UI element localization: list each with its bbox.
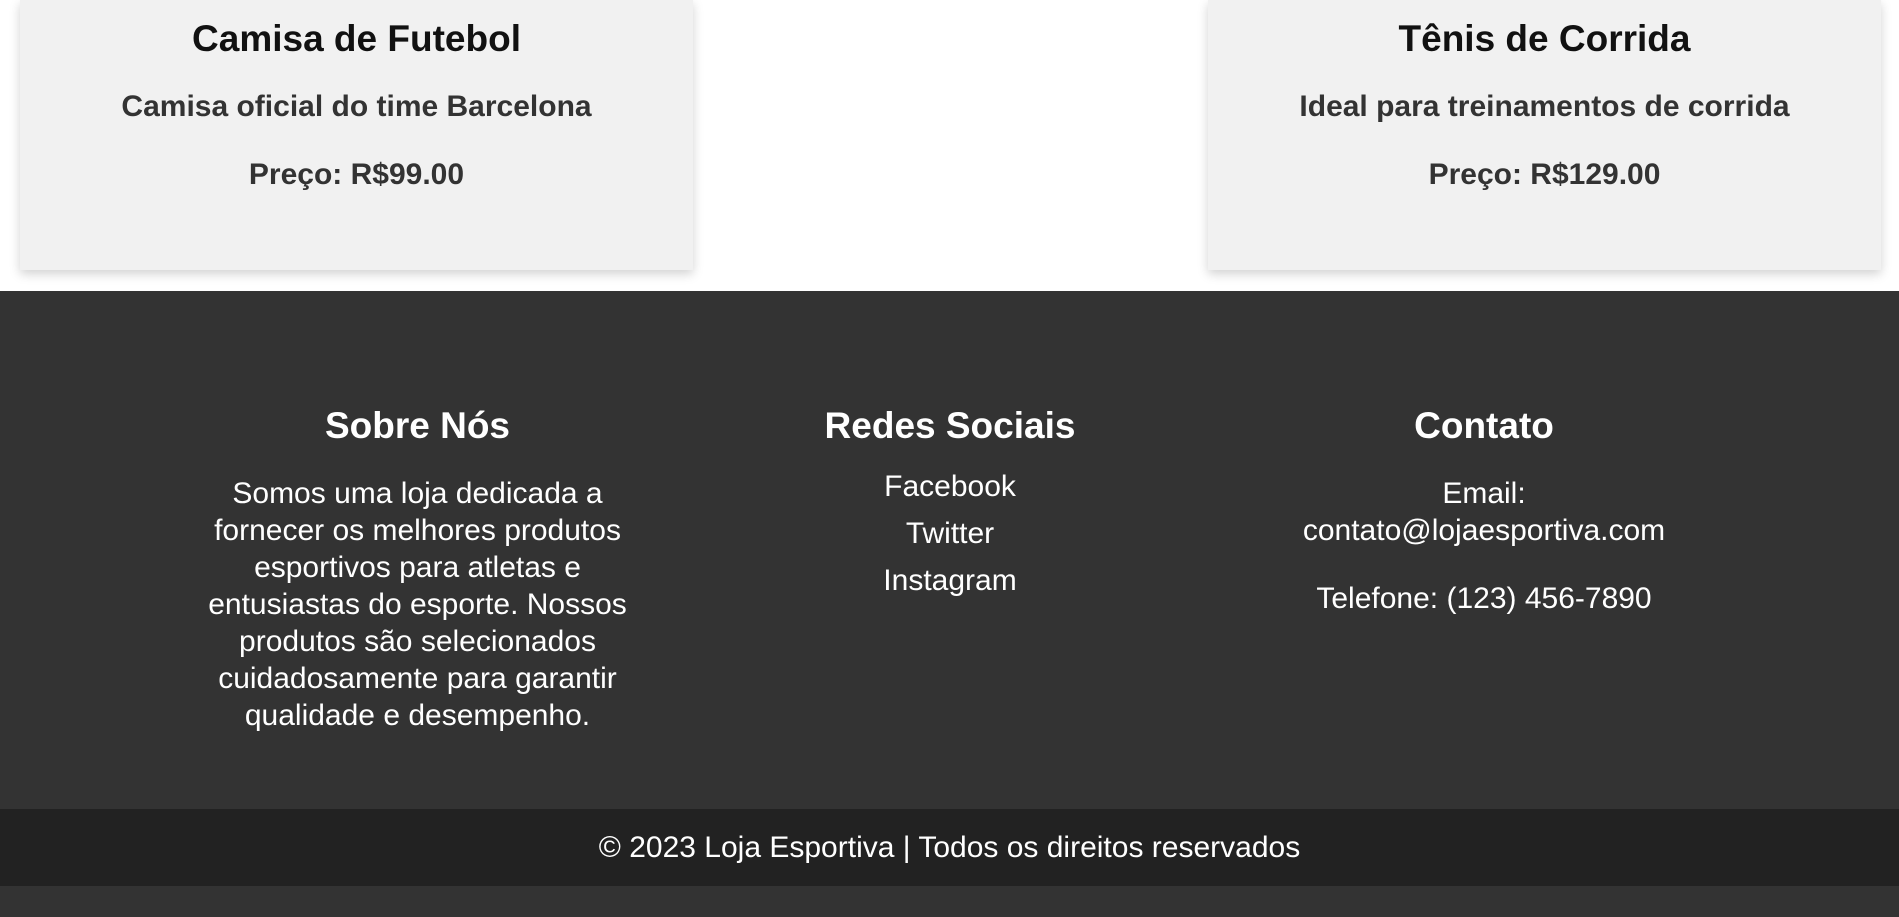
product-list: Camisa de Futebol Camisa oficial do time…: [0, 0, 1899, 291]
product-price: Preço: R$129.00: [1428, 158, 1661, 191]
contact-phone: Telefone: (123) 456-7890: [1316, 582, 1652, 615]
product-price: Preço: R$99.00: [248, 158, 465, 191]
social-links: Facebook Twitter Instagram: [750, 463, 1150, 604]
footer-contact-section: Contato Email: contato@lojaesportiva.com…: [1258, 404, 1710, 617]
copyright-bar: © 2023 Loja Esportiva | Todos os direito…: [0, 809, 1899, 886]
contact-email: Email: contato@lojaesportiva.com: [1302, 477, 1666, 547]
product-card[interactable]: Tênis de Corrida Ideal para treinamentos…: [1208, 0, 1881, 270]
social-item: Facebook: [750, 463, 1150, 510]
about-heading: Sobre Nós: [324, 405, 511, 446]
product-card[interactable]: Camisa de Futebol Camisa oficial do time…: [20, 0, 693, 270]
facebook-link[interactable]: Facebook: [884, 470, 1016, 503]
site-footer: Sobre Nós Somos uma loja dedicada a forn…: [0, 291, 1899, 917]
copyright-text: © 2023 Loja Esportiva | Todos os direito…: [598, 831, 1301, 864]
footer-social-section: Redes Sociais Facebook Twitter Instagram: [750, 404, 1150, 604]
footer-about-section: Sobre Nós Somos uma loja dedicada a forn…: [190, 404, 645, 734]
product-name: Tênis de Corrida: [1398, 18, 1691, 59]
product-name: Camisa de Futebol: [192, 18, 521, 59]
social-item: Twitter: [750, 510, 1150, 557]
product-description: Camisa oficial do time Barcelona: [121, 90, 592, 123]
product-description: Ideal para treinamentos de corrida: [1299, 90, 1790, 123]
social-heading: Redes Sociais: [824, 405, 1076, 446]
contact-heading: Contato: [1414, 405, 1554, 446]
about-text: Somos uma loja dedicada a fornecer os me…: [208, 477, 627, 732]
twitter-link[interactable]: Twitter: [906, 517, 994, 550]
social-item: Instagram: [750, 557, 1150, 604]
instagram-link[interactable]: Instagram: [883, 564, 1016, 597]
